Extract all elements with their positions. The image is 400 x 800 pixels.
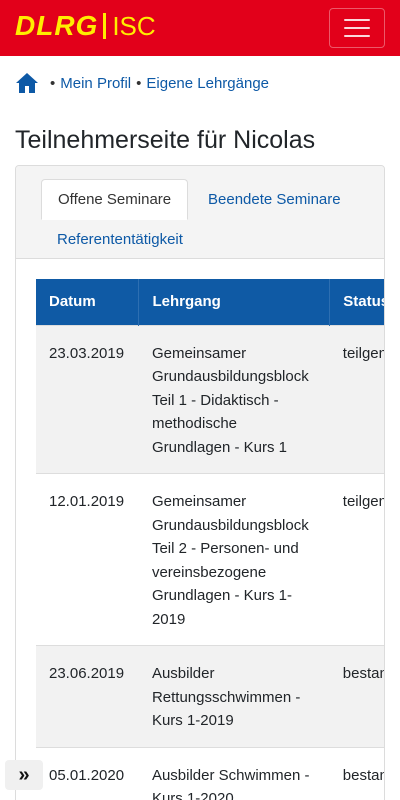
table-row[interactable]: 23.03.2019 Gemeinsamer Grundausbildungsb…	[36, 324, 384, 474]
row-date: 12.01.2019	[36, 473, 139, 646]
breadcrumb-eigene-lehrgaenge[interactable]: Eigene Lehrgänge	[146, 75, 269, 92]
table-row[interactable]: 05.01.2020 Ausbilder Schwimmen - Kurs 1-…	[36, 746, 384, 800]
tab-referententaetigkeit[interactable]: Referententätigkeit	[41, 219, 199, 259]
seminar-card: Offene Seminare Beendete Seminare Refere…	[15, 165, 385, 800]
seminar-table: Datum Lehrgang Status 23.03.2019 Gemeins…	[36, 279, 384, 800]
seminar-table-scroll[interactable]: Datum Lehrgang Status 23.03.2019 Gemeins…	[36, 279, 384, 800]
breadcrumb-mein-profil[interactable]: Mein Profil	[60, 75, 131, 92]
table-row[interactable]: 12.01.2019 Gemeinsamer Grundausbildungsb…	[36, 473, 384, 646]
logo-main-text: DLRG	[15, 10, 99, 41]
tab-bar: Offene Seminare Beendete Seminare Refere…	[16, 166, 384, 259]
table-header-row: Datum Lehrgang Status	[36, 279, 384, 325]
menu-toggle-button[interactable]	[329, 8, 385, 48]
table-row[interactable]: 23.06.2019 Ausbilder Rettungsschwimmen -…	[36, 645, 384, 747]
row-course: Gemeinsamer Grundausbildungsblock Teil 1…	[138, 324, 330, 474]
row-course: Gemeinsamer Grundausbildungsblock Teil 2…	[138, 473, 330, 646]
row-course: Ausbilder Rettungsschwimmen - Kurs 1-201…	[138, 645, 330, 747]
dlrg-isc-logo[interactable]: DLRG ISC	[15, 9, 156, 43]
breadcrumb-separator: •	[136, 74, 142, 92]
navbar: DLRG ISC	[0, 0, 400, 56]
row-date: 23.03.2019	[36, 324, 139, 474]
hamburger-icon-bar	[344, 35, 370, 37]
tab-beendete-seminare[interactable]: Beendete Seminare	[192, 179, 357, 219]
row-date: 05.01.2020	[36, 746, 139, 800]
row-date: 23.06.2019	[36, 645, 139, 747]
hamburger-icon-bar	[344, 27, 370, 29]
logo-sub-text: ISC	[112, 10, 156, 41]
row-status: bestanden	[329, 746, 384, 800]
row-status: teilgenommen	[329, 473, 384, 646]
hamburger-icon	[344, 19, 370, 21]
breadcrumb: • Mein Profil • Eigene Lehrgänge	[15, 70, 269, 96]
row-course: Ausbilder Schwimmen - Kurs 1-2020	[138, 746, 330, 800]
column-header-datum[interactable]: Datum	[36, 279, 140, 325]
column-header-status[interactable]: Status	[329, 279, 384, 325]
tab-offene-seminare[interactable]: Offene Seminare	[41, 179, 189, 220]
row-status: teilgenommen	[329, 324, 384, 474]
logo-divider	[103, 13, 107, 39]
breadcrumb-separator: •	[50, 74, 56, 92]
page-title: Teilnehmerseite für Nicolas	[15, 126, 316, 154]
row-status: bestanden	[329, 645, 384, 747]
double-chevron-right-icon[interactable]: »	[5, 760, 43, 790]
home-icon[interactable]	[15, 72, 39, 94]
column-header-lehrgang[interactable]: Lehrgang	[138, 279, 331, 325]
